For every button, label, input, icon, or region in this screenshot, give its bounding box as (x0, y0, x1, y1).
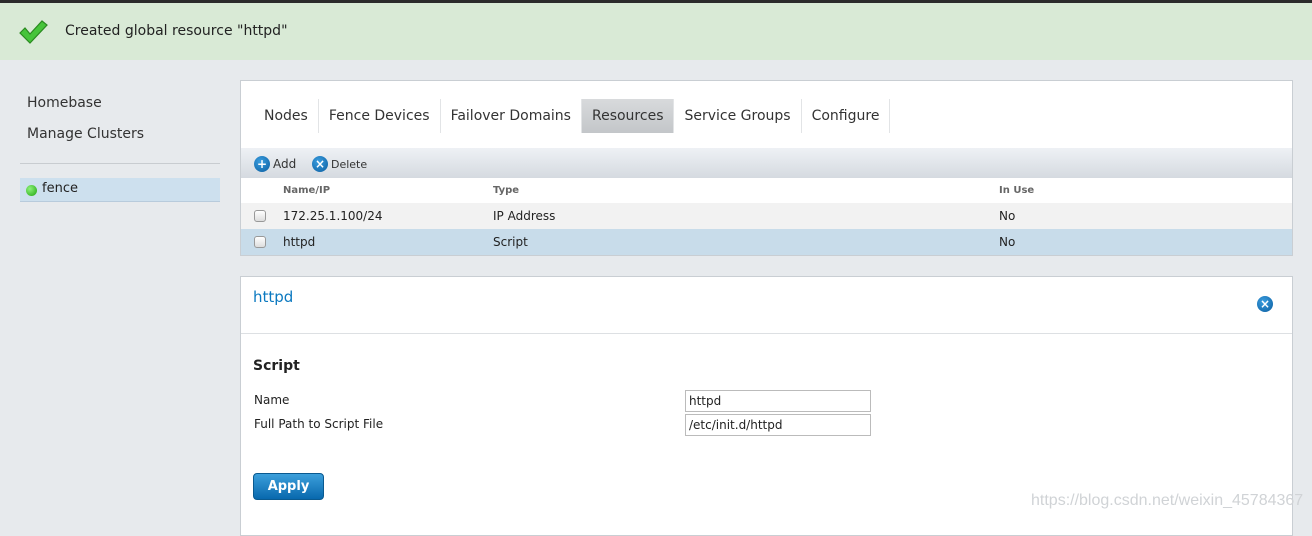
add-label: Add (273, 157, 297, 171)
row-checkbox[interactable] (254, 236, 266, 248)
table-header: Name/IP Type In Use (241, 178, 1292, 203)
sidebar-item-homebase[interactable]: Homebase (27, 95, 102, 111)
script-path-input[interactable] (685, 414, 871, 436)
apply-button[interactable]: Apply (253, 473, 324, 500)
cell-type: IP Address (493, 209, 556, 223)
tab-configure[interactable]: Configure (802, 99, 891, 133)
close-icon[interactable]: × (1257, 296, 1273, 312)
tab-nodes[interactable]: Nodes (254, 99, 319, 133)
add-button[interactable]: + Add (254, 156, 296, 172)
plus-icon: + (254, 156, 270, 172)
cell-name: 172.25.1.100/24 (283, 209, 383, 223)
cell-type: Script (493, 235, 528, 249)
script-path-label: Full Path to Script File (254, 417, 384, 431)
table-row[interactable]: 172.25.1.100/24 IP Address No (241, 203, 1292, 229)
notification-banner: Created global resource "httpd" (0, 3, 1312, 60)
checkmark-icon (19, 20, 48, 44)
notification-message: Created global resource "httpd" (65, 23, 288, 39)
cell-name: httpd (283, 235, 316, 249)
cell-in-use: No (999, 209, 1016, 223)
watermark: https://blog.csdn.net/weixin_45784367 (1031, 492, 1304, 509)
column-type: Type (493, 185, 520, 196)
tab-fence-devices[interactable]: Fence Devices (319, 99, 441, 133)
cluster-item-fence[interactable]: fence (20, 178, 220, 202)
column-in-use: In Use (999, 185, 1035, 196)
delete-label: Delete (331, 157, 368, 171)
cluster-name: fence (42, 181, 78, 196)
detail-title: httpd (253, 288, 294, 306)
column-name-ip: Name/IP (283, 185, 331, 196)
tab-failover-domains[interactable]: Failover Domains (441, 99, 582, 133)
status-online-icon (26, 185, 37, 196)
name-input[interactable] (685, 390, 871, 412)
tab-resources[interactable]: Resources (581, 99, 675, 133)
toolbar: + Add × Delete (241, 148, 1292, 178)
tab-bar: Nodes Fence Devices Failover Domains Res… (254, 99, 891, 133)
sidebar-divider (20, 163, 220, 164)
section-heading: Script (253, 358, 300, 374)
tab-service-groups[interactable]: Service Groups (674, 99, 802, 133)
name-label: Name (254, 393, 290, 407)
row-checkbox[interactable] (254, 210, 266, 222)
sidebar-item-manage-clusters[interactable]: Manage Clusters (27, 126, 144, 142)
divider (241, 333, 1292, 334)
resources-panel: Nodes Fence Devices Failover Domains Res… (240, 80, 1293, 256)
cell-in-use: No (999, 235, 1016, 249)
delete-button[interactable]: × Delete (312, 156, 367, 172)
close-circle-icon: × (312, 156, 328, 172)
table-row-selected[interactable]: httpd Script No (241, 229, 1292, 255)
